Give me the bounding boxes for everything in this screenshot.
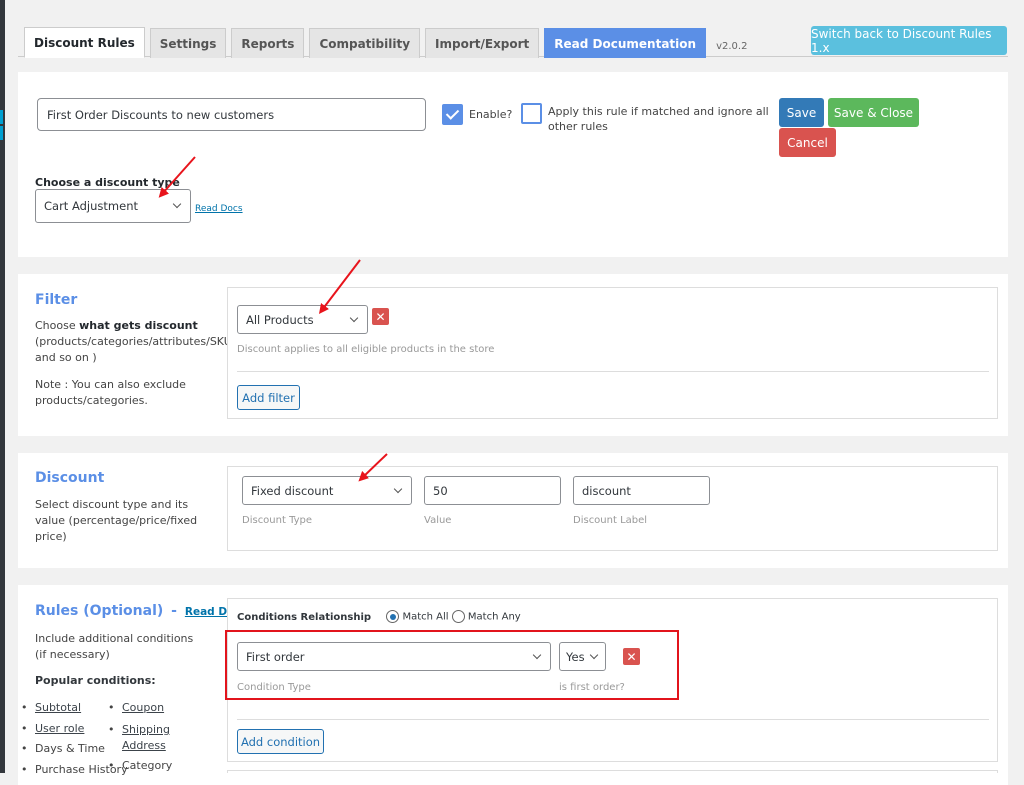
match-any-radio[interactable]: [451, 610, 465, 623]
tab-compatibility[interactable]: Compatibility: [309, 28, 421, 58]
conditions-relationship-label: Conditions Relationship: [237, 611, 372, 623]
filter-type-select[interactable]: All Products: [237, 305, 368, 334]
discount-type-label: Choose a discount type: [35, 176, 180, 189]
discount-label-caption: Discount Label: [573, 515, 648, 526]
rules-panel: Rules (Optional) - Read Docs Include add…: [18, 585, 1008, 785]
admin-sidebar-edge: [0, 0, 5, 773]
save-close-button[interactable]: Save & Close: [828, 98, 919, 127]
conditions-relationship: Conditions Relationship Match All Match …: [237, 610, 521, 623]
rules-title: Rules (Optional) - Read Docs: [35, 603, 247, 619]
tab-import-export[interactable]: Import/Export: [425, 28, 540, 58]
chevron-down-icon: [172, 199, 182, 209]
add-condition-button[interactable]: Add condition: [237, 729, 324, 754]
filter-type-value: All Products: [246, 312, 314, 327]
discount-label-input[interactable]: discount: [573, 476, 710, 505]
discount-description: Select discount type and its value (perc…: [35, 498, 198, 543]
discount-box: Fixed discount Discount Type 50 Value di…: [227, 466, 998, 551]
switch-back-button[interactable]: Switch back to Discount Rules 1.x: [811, 26, 1007, 55]
remove-filter-button[interactable]: ✕: [372, 308, 389, 325]
sidebar-accent: [0, 110, 3, 124]
match-any-label: Match Any: [467, 611, 521, 623]
enable-checkbox[interactable]: [442, 104, 463, 125]
close-icon: ✕: [375, 309, 386, 324]
tab-bar: Discount Rules Settings Reports Compatib…: [24, 27, 747, 58]
apply-exclusive-label: Apply this rule if matched and ignore al…: [548, 105, 769, 133]
filter-desc-rest: (products/categories/attributes/SKU and …: [35, 335, 232, 364]
rule-name-input[interactable]: First Order Discounts to new customers: [37, 98, 426, 131]
filter-desc-bold: what gets discount: [79, 319, 198, 332]
discount-type-dropdown-value: Fixed discount: [251, 483, 334, 498]
condition-days-time: Days & Time: [21, 742, 105, 755]
discount-title: Discount: [35, 470, 105, 486]
filter-hint: Discount applies to all eligible product…: [237, 344, 495, 355]
condition-link-shipping-address[interactable]: Shipping Address: [108, 722, 182, 754]
match-all-radio[interactable]: [386, 610, 400, 623]
rule-header-panel: First Order Discounts to new customers E…: [18, 72, 1008, 257]
save-button[interactable]: Save: [779, 98, 824, 127]
discount-type-select[interactable]: Cart Adjustment: [35, 189, 191, 223]
condition-link-user-role[interactable]: User role: [21, 722, 85, 735]
discount-type-dropdown[interactable]: Fixed discount: [242, 476, 412, 505]
discount-type-caption: Discount Type: [242, 515, 313, 526]
popular-conditions-heading: Popular conditions:: [35, 674, 156, 687]
discount-value-caption: Value: [424, 515, 452, 526]
sidebar-accent: [0, 126, 3, 140]
filter-description: Choose what gets discount (products/cate…: [35, 318, 232, 366]
discount-value-input[interactable]: 50: [424, 476, 561, 505]
tab-settings[interactable]: Settings: [149, 28, 227, 58]
chevron-down-icon: [393, 484, 403, 493]
add-filter-button[interactable]: Add filter: [237, 385, 300, 410]
conditions-divider: [237, 719, 989, 720]
match-all-label: Match All: [402, 611, 449, 623]
condition-link-subtotal[interactable]: Subtotal: [21, 701, 81, 714]
chevron-down-icon: [349, 313, 359, 322]
filter-box: All Products ✕ Discount applies to all e…: [227, 287, 998, 419]
discount-panel: Discount Select discount type and its va…: [18, 453, 1008, 568]
filter-desc-prefix: Choose: [35, 319, 80, 332]
filter-title: Filter: [35, 292, 78, 308]
condition-link-coupon[interactable]: Coupon: [108, 701, 164, 714]
tab-discount-rules[interactable]: Discount Rules: [24, 27, 145, 58]
rules-description: Include additional conditions (if necess…: [35, 632, 194, 661]
cancel-button[interactable]: Cancel: [779, 128, 836, 157]
condition-category: Category: [108, 759, 172, 772]
filter-panel: Filter Choose what gets discount (produc…: [18, 274, 1008, 436]
rules-title-dash: -: [171, 603, 177, 619]
apply-exclusive-checkbox[interactable]: [521, 103, 542, 124]
discount-type-value: Cart Adjustment: [44, 199, 138, 213]
filter-note: Note : You can also exclude products/cat…: [35, 378, 186, 407]
rules-title-text: Rules (Optional): [35, 603, 164, 619]
enable-label: Enable?: [469, 108, 513, 121]
read-docs-link[interactable]: Read Docs: [195, 204, 243, 214]
highlight-box: [225, 630, 679, 700]
tab-read-documentation[interactable]: Read Documentation: [544, 28, 707, 58]
filter-divider: [237, 371, 989, 372]
tab-reports[interactable]: Reports: [231, 28, 305, 58]
version-label: v2.0.2: [716, 41, 748, 52]
